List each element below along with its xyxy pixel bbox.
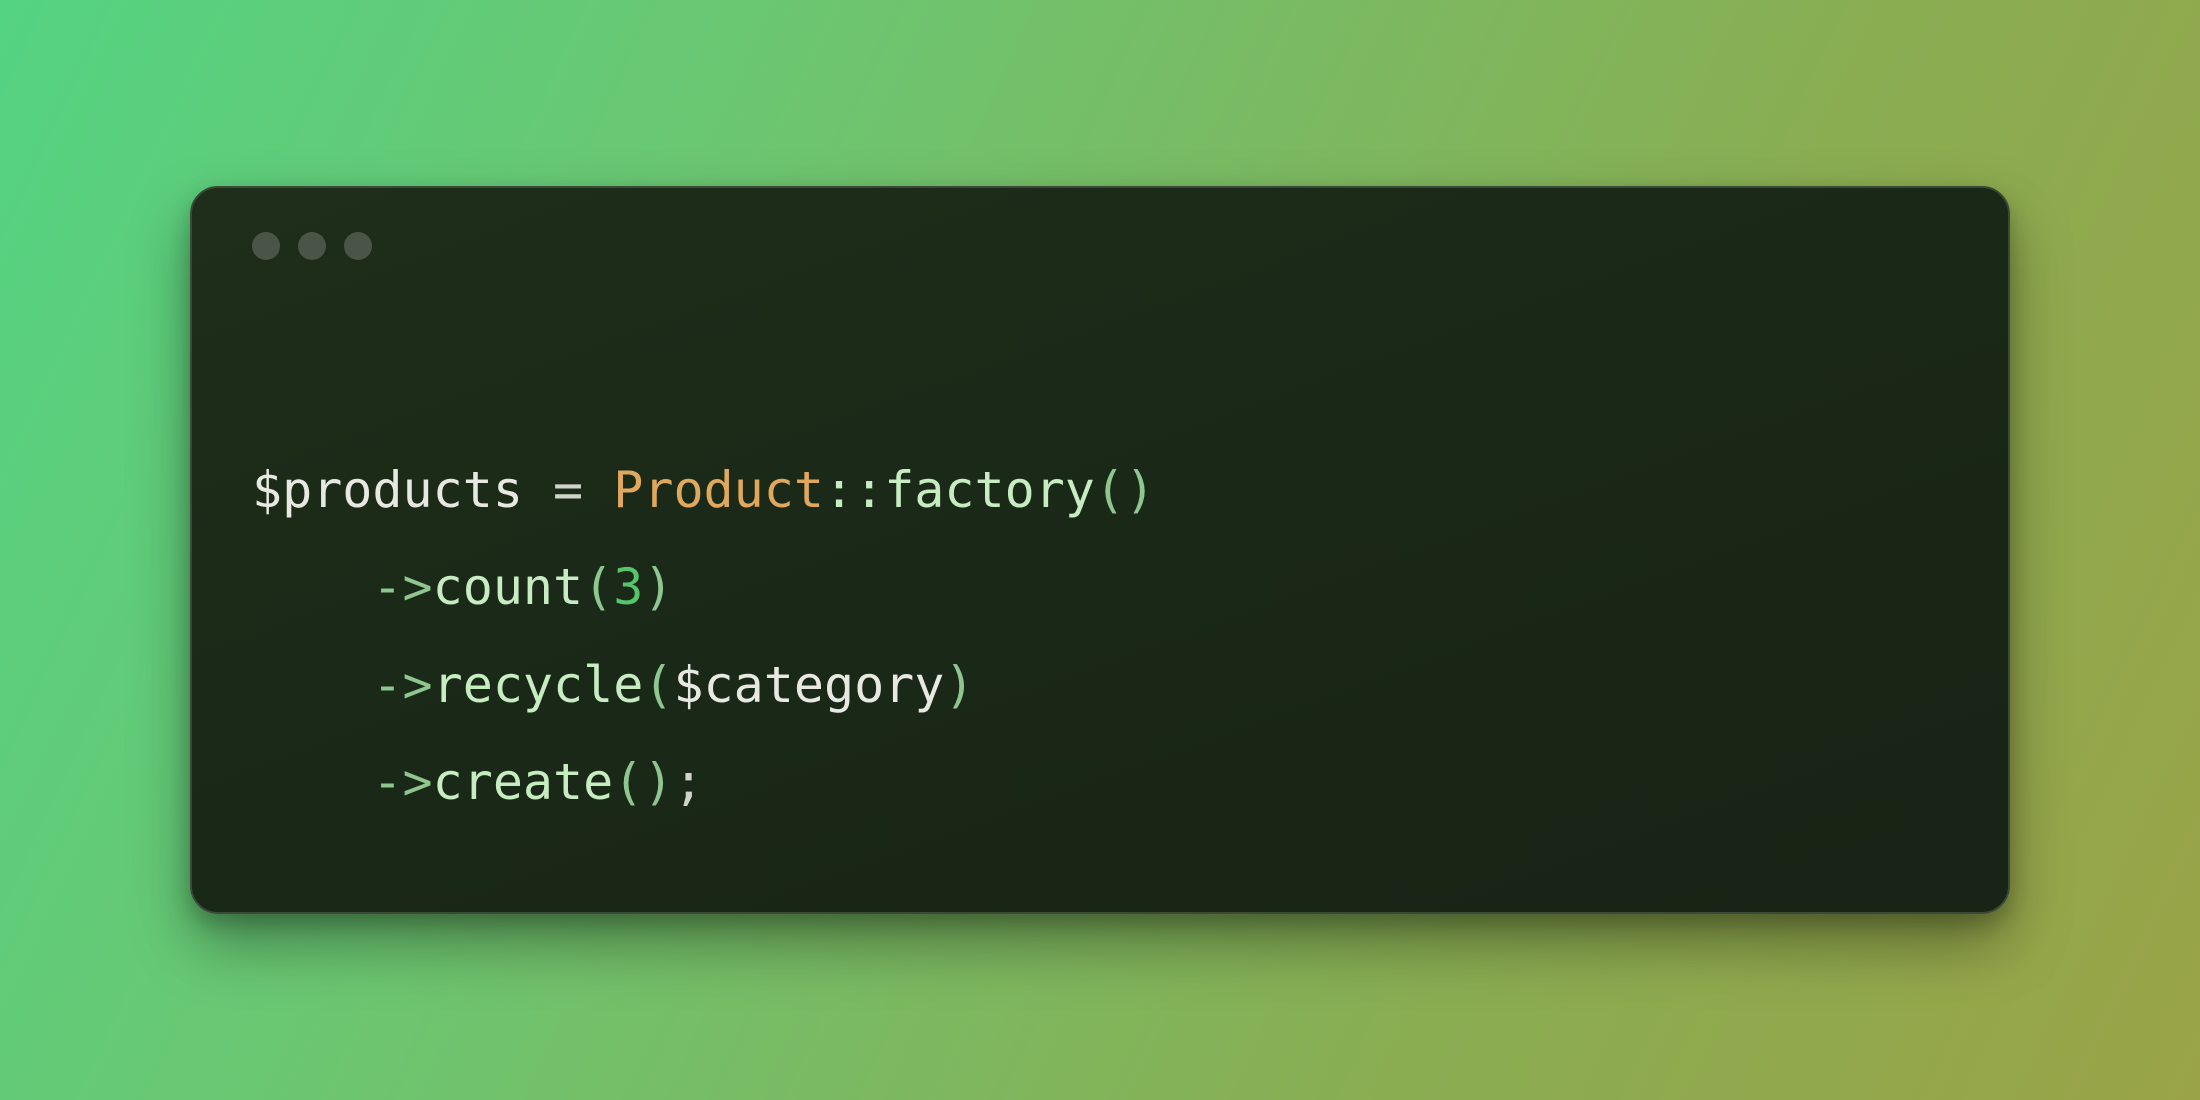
code-line-4: ->create(); [252, 753, 704, 811]
token-variable: $products [252, 461, 523, 519]
token-assign: = [523, 461, 613, 519]
token-paren-close: ) [643, 753, 673, 811]
token-semicolon: ; [673, 753, 703, 811]
token-paren-open: ( [613, 753, 643, 811]
token-method: create [433, 753, 614, 811]
code-window: $products = Product::factory() ->count(3… [190, 186, 2010, 914]
window-titlebar [252, 232, 1948, 260]
code-block: $products = Product::factory() ->count(3… [252, 344, 1948, 832]
token-number: 3 [613, 558, 643, 616]
token-paren-open: ( [643, 656, 673, 714]
token-method: factory [884, 461, 1095, 519]
code-line-1: $products = Product::factory() [252, 461, 1155, 519]
token-arrow: -> [372, 656, 432, 714]
window-dot-3 [344, 232, 372, 260]
token-arrow: -> [372, 558, 432, 616]
window-dot-1 [252, 232, 280, 260]
token-arrow: -> [372, 753, 432, 811]
token-paren-close: ) [944, 656, 974, 714]
code-line-2: ->count(3) [252, 558, 673, 616]
token-paren-open: ( [1095, 461, 1125, 519]
token-paren-close: ) [643, 558, 673, 616]
token-variable: $category [673, 656, 944, 714]
token-method: recycle [433, 656, 644, 714]
token-paren-open: ( [583, 558, 613, 616]
token-method: count [433, 558, 584, 616]
token-scope: :: [824, 461, 884, 519]
window-dot-2 [298, 232, 326, 260]
code-line-3: ->recycle($category) [252, 656, 975, 714]
token-class: Product [613, 461, 824, 519]
token-paren-close: ) [1125, 461, 1155, 519]
